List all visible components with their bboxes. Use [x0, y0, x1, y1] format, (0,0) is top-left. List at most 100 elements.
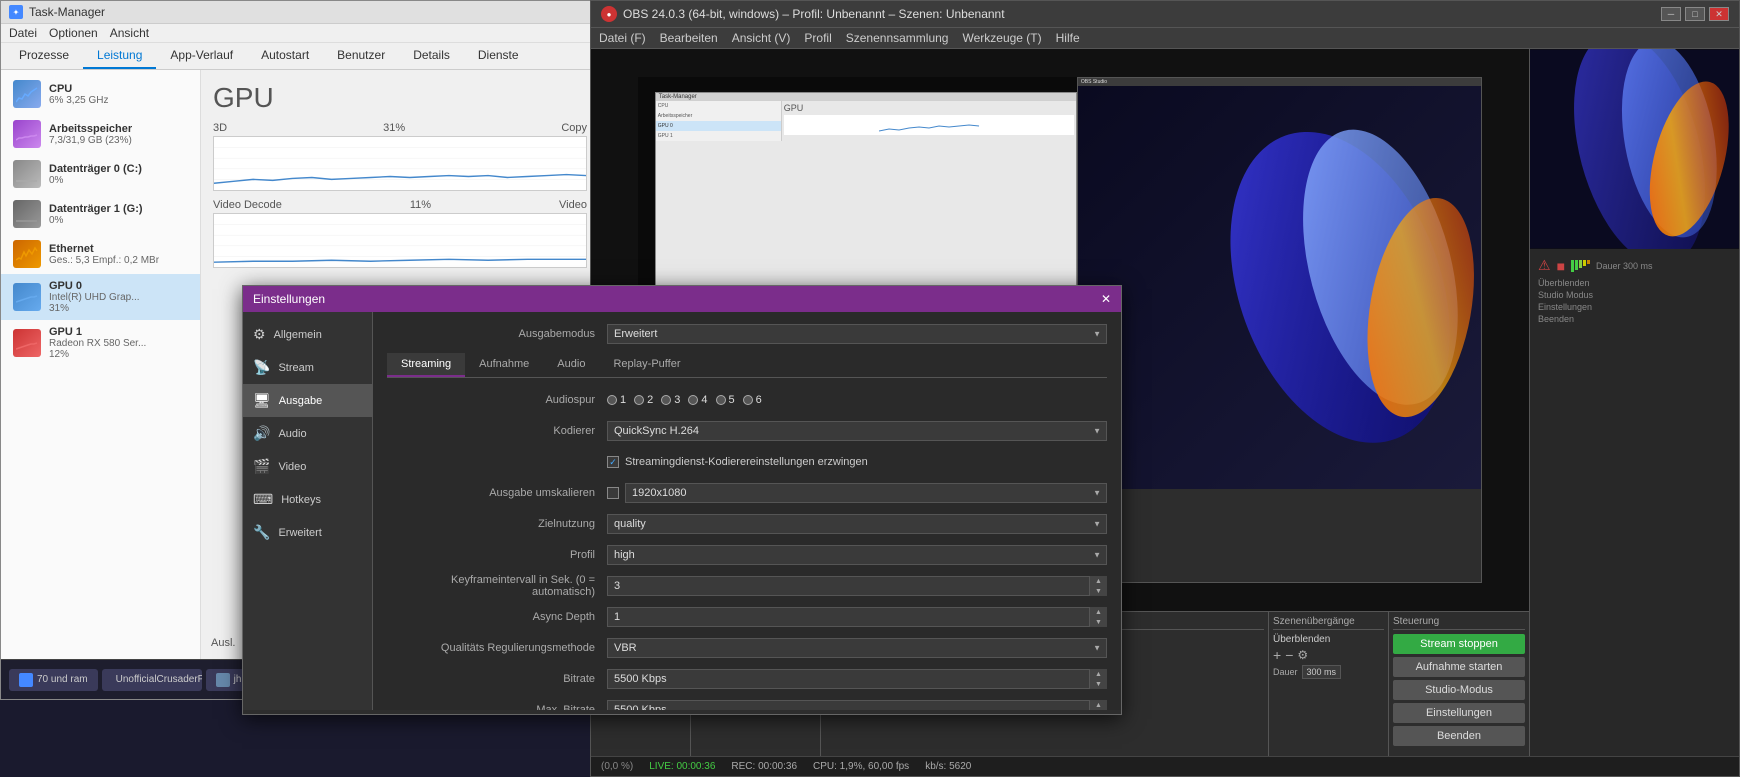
transition-plus-icon[interactable]: +: [1273, 647, 1281, 663]
obs-title: OBS 24.0.3 (64-bit, windows) – Profil: U…: [623, 7, 1005, 21]
taskbar-item-1[interactable]: UnofficialCrusaderP...: [102, 669, 202, 691]
keyframe-down[interactable]: ▼: [1090, 586, 1107, 596]
ausgabe-umskalieren-checkbox[interactable]: [607, 487, 619, 499]
tm-menu-datei[interactable]: Datei: [9, 26, 37, 40]
status-live: LIVE: 00:00:36: [649, 761, 715, 772]
obs-menu-szenennsammlung[interactable]: Szenennsammlung: [846, 31, 949, 45]
settings-nav-hotkeys[interactable]: ⌨ Hotkeys: [243, 483, 372, 516]
keyframe-input-wrap: 3 ▲ ▼: [607, 576, 1107, 596]
bitrate-input[interactable]: 5500 Kbps: [607, 669, 1107, 689]
audiospur-row: Audiospur 1 2 3: [387, 388, 1107, 412]
tab-leistung[interactable]: Leistung: [83, 43, 156, 69]
async-depth-down[interactable]: ▼: [1090, 617, 1107, 627]
obs-menu-profil[interactable]: Profil: [804, 31, 831, 45]
bitrate-spinner: ▲ ▼: [1089, 669, 1107, 689]
keyframe-input[interactable]: 3: [607, 576, 1107, 596]
sidebar-item-cpu[interactable]: CPU 6% 3,25 GHz: [1, 74, 200, 114]
transition-duration[interactable]: 300 ms: [1302, 665, 1342, 679]
sidebar-item-disk1[interactable]: Datenträger 1 (G:) 0%: [1, 194, 200, 234]
settings-button[interactable]: Einstellungen: [1393, 703, 1525, 723]
async-depth-input[interactable]: 1: [607, 607, 1107, 627]
kodierer-select[interactable]: QuickSync H.264: [607, 421, 1107, 441]
settings-nav-hotkeys-label: Hotkeys: [281, 494, 321, 506]
profil-select[interactable]: high: [607, 545, 1107, 565]
taskbar-item-0[interactable]: 70 und ram: [9, 669, 98, 691]
max-bitrate-input[interactable]: 5500 Kbps: [607, 700, 1107, 710]
bitrate-label: Bitrate: [387, 673, 607, 685]
maximize-button[interactable]: □: [1685, 7, 1705, 21]
tab-details[interactable]: Details: [399, 43, 464, 69]
sidebar-item-ethernet[interactable]: Ethernet Ges.: 5,3 Empf.: 0,2 MBr: [1, 234, 200, 274]
ausgabemodus-select[interactable]: Erweitert: [607, 324, 1107, 344]
stream-stop-button[interactable]: Stream stoppen: [1393, 634, 1525, 654]
obs-menu-ansicht[interactable]: Ansicht (V): [732, 31, 791, 45]
async-depth-up[interactable]: ▲: [1090, 607, 1107, 617]
tab-dienste[interactable]: Dienste: [464, 43, 533, 69]
nested-obs: OBS Studio: [1077, 77, 1482, 582]
tab-streaming[interactable]: Streaming: [387, 353, 465, 377]
obs-right-controls: ⚠ ■ Dauer 300 ms Überblenden Studio Modu…: [1530, 249, 1739, 769]
track-3[interactable]: 3: [661, 394, 680, 406]
track-5-label: 5: [729, 394, 735, 406]
exit-button[interactable]: Beenden: [1393, 726, 1525, 746]
qualitaet-select[interactable]: VBR: [607, 638, 1107, 658]
async-depth-row: Async Depth 1 ▲ ▼: [387, 605, 1107, 629]
zielnutzung-label: Zielnutzung: [387, 518, 607, 530]
settings-nav-allgemein[interactable]: ⚙ Allgemein: [243, 318, 372, 351]
settings-nav-stream[interactable]: 📡 Stream: [243, 351, 372, 384]
max-bitrate-up[interactable]: ▲: [1090, 700, 1107, 710]
transition-settings-icon[interactable]: ⚙: [1297, 648, 1308, 662]
sidebar-item-disk0[interactable]: Datenträger 0 (C:) 0%: [1, 154, 200, 194]
bitrate-up[interactable]: ▲: [1090, 669, 1107, 679]
taskbar-item-1-label: UnofficialCrusaderP...: [116, 674, 202, 685]
settings-nav-video[interactable]: 🎬 Video: [243, 450, 372, 483]
zielnutzung-row: Zielnutzung quality: [387, 512, 1107, 536]
transition-minus-icon[interactable]: −: [1285, 647, 1293, 663]
streaming-checkbox[interactable]: [607, 456, 619, 468]
sidebar-item-gpu0[interactable]: GPU 0 Intel(R) UHD Grap...31%: [1, 274, 200, 320]
keyframe-up[interactable]: ▲: [1090, 576, 1107, 586]
track-5[interactable]: 5: [716, 394, 735, 406]
obs-menu-bearbeiten[interactable]: Bearbeiten: [660, 31, 718, 45]
sidebar-item-gpu1[interactable]: GPU 1 Radeon RX 580 Ser...12%: [1, 320, 200, 366]
tab-replay-puffer[interactable]: Replay-Puffer: [599, 353, 694, 377]
settings-nav-erweitert[interactable]: 🔧 Erweitert: [243, 516, 372, 549]
tab-aufnahme[interactable]: Aufnahme: [465, 353, 543, 377]
record-start-button[interactable]: Aufnahme starten: [1393, 657, 1525, 677]
tm-menu-ansicht[interactable]: Ansicht: [110, 26, 149, 40]
tab-autostart[interactable]: Autostart: [247, 43, 323, 69]
close-button[interactable]: ✕: [1709, 7, 1729, 21]
minimize-button[interactable]: ─: [1661, 7, 1681, 21]
track-1[interactable]: 1: [607, 394, 626, 406]
tab-app-verlauf[interactable]: App-Verlauf: [156, 43, 247, 69]
taskbar-item-0-icon: [19, 673, 33, 687]
settings-nav-allgemein-label: Allgemein: [274, 329, 322, 341]
tm-menu-optionen[interactable]: Optionen: [49, 26, 98, 40]
track-2[interactable]: 2: [634, 394, 653, 406]
studio-mode-button[interactable]: Studio-Modus: [1393, 680, 1525, 700]
tab-benutzer[interactable]: Benutzer: [323, 43, 399, 69]
zielnutzung-select[interactable]: quality: [607, 514, 1107, 534]
obs-menu-werkzeuge[interactable]: Werkzeuge (T): [962, 31, 1041, 45]
obs-menu-datei[interactable]: Datei (F): [599, 31, 646, 45]
bitrate-down[interactable]: ▼: [1090, 679, 1107, 689]
cpu-label: CPU: [49, 83, 108, 95]
settings-close-button[interactable]: ✕: [1101, 292, 1111, 306]
ausgabe-select[interactable]: 1920x1080: [625, 483, 1107, 503]
sidebar-item-memory[interactable]: Arbeitsspeicher 7,3/31,9 GB (23%): [1, 114, 200, 154]
right-audio-meter: [1571, 260, 1590, 272]
keyframe-spinner: ▲ ▼: [1089, 576, 1107, 596]
gear-icon: ⚙: [253, 326, 266, 343]
settings-content: Ausgabemodus Erweitert Streaming Aufnahm…: [373, 312, 1121, 710]
tab-audio[interactable]: Audio: [543, 353, 599, 377]
track-4[interactable]: 4: [688, 394, 707, 406]
track-6[interactable]: 6: [743, 394, 762, 406]
settings-nav-audio[interactable]: 🔊 Audio: [243, 417, 372, 450]
settings-titlebar: Einstellungen ✕: [243, 286, 1121, 312]
obs-menu-hilfe[interactable]: Hilfe: [1056, 31, 1080, 45]
settings-content-tabs: Streaming Aufnahme Audio Replay-Puffer: [387, 353, 1107, 378]
settings-nav-ausgabe[interactable]: 🖥 Ausgabe: [243, 384, 372, 417]
gpu0-label: GPU 0: [49, 280, 140, 292]
tab-prozesse[interactable]: Prozesse: [5, 43, 83, 69]
obs-menubar: Datei (F) Bearbeiten Ansicht (V) Profil …: [591, 28, 1739, 49]
